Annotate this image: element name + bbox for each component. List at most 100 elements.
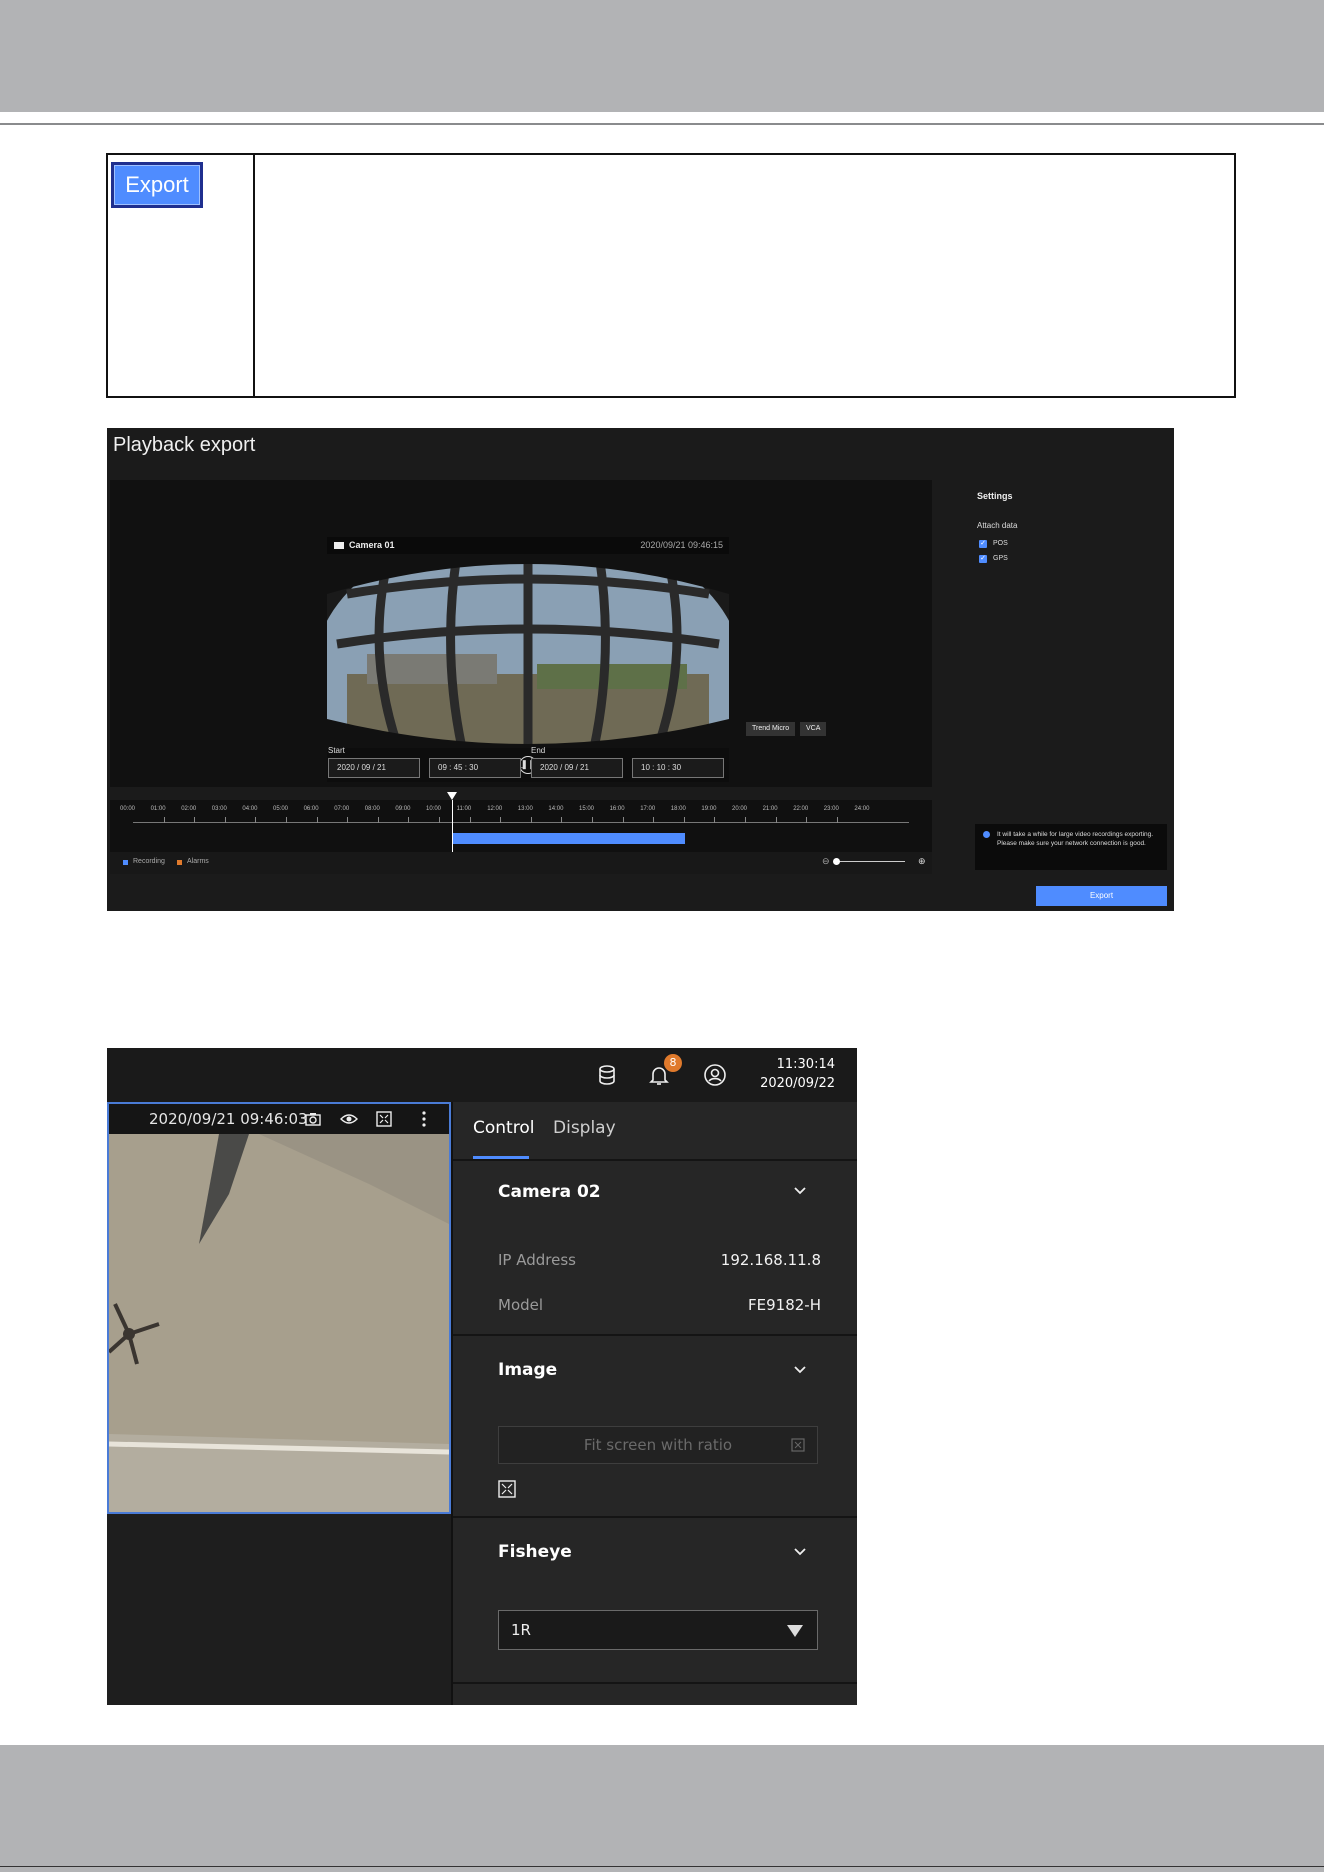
- notification-badge: 8: [664, 1054, 682, 1072]
- tab-display[interactable]: Display: [553, 1118, 616, 1138]
- section-divider: [453, 1516, 857, 1518]
- clock-date: 2020/09/22: [760, 1076, 835, 1091]
- camera-timestamp: 2020/09/21 09:46:15: [640, 540, 723, 550]
- timeline-hour-label: 16:00: [609, 806, 625, 812]
- timeline-tick: [500, 817, 502, 823]
- timeline-tick: [561, 817, 563, 823]
- dropdown-arrow-icon: [787, 1625, 803, 1637]
- timeline-hour-label: 10:00: [426, 806, 442, 812]
- export-button[interactable]: Export: [1036, 886, 1167, 906]
- start-label: Start: [328, 746, 345, 755]
- fisheye-video-image: [109, 1104, 449, 1512]
- playhead-handle[interactable]: [447, 792, 457, 800]
- timeline-hour-label: 07:00: [334, 806, 350, 812]
- camera-preview: Camera 01 2020/09/21 09:46:15 ❚❚: [327, 537, 729, 782]
- timeline-tick: [683, 817, 685, 823]
- zoom-in-icon[interactable]: ⊕: [918, 856, 926, 867]
- tab-control[interactable]: Control: [473, 1118, 534, 1138]
- notice-text: It will take a while for large video rec…: [997, 831, 1154, 847]
- timeline-hour-label: 14:00: [548, 806, 564, 812]
- timeline-axis: [133, 822, 909, 823]
- timeline-hour-label: 00:00: [120, 806, 136, 812]
- zoom-slider-track[interactable]: [835, 861, 905, 862]
- timeline-tick: [194, 817, 196, 823]
- header-band: [0, 0, 1324, 112]
- timeline-hour-label: 04:00: [242, 806, 258, 812]
- timeline[interactable]: 00:00 01:00 02:00 03:00 04:00 05:00 06:00 07:00…: [110, 792, 932, 852]
- start-time-input[interactable]: 09 : 45 : 30: [429, 758, 521, 778]
- database-icon[interactable]: [595, 1063, 619, 1087]
- info-table: Export: [106, 153, 1236, 398]
- fisheye-section-title[interactable]: Fisheye: [498, 1542, 572, 1562]
- vca-tag[interactable]: VCA: [800, 722, 827, 736]
- timeline-hour-label: 03:00: [211, 806, 227, 812]
- footer-band: [0, 1745, 1324, 1872]
- timeline-hour-label: 06:00: [303, 806, 319, 812]
- timeline-tick: [530, 817, 532, 823]
- video-timestamp: 2020/09/21 09:46:03: [149, 1110, 308, 1128]
- end-label: End: [531, 746, 546, 755]
- end-time-input[interactable]: 10 : 10 : 30: [632, 758, 724, 778]
- zoom-slider-handle[interactable]: [833, 858, 840, 865]
- user-account-icon[interactable]: [703, 1063, 727, 1087]
- window-title: Playback export: [113, 434, 256, 456]
- fisheye-mode-value: 1R: [511, 1621, 531, 1639]
- chevron-down-icon[interactable]: [793, 1363, 807, 1377]
- fit-ratio-icon: [791, 1438, 805, 1452]
- alarms-legend-swatch: [177, 860, 182, 865]
- end-date-input[interactable]: 2020 / 09 / 21: [531, 758, 623, 778]
- timeline-legend: Recording Alarms ⊖ ⊕: [110, 852, 932, 874]
- timeline-tick: [316, 817, 318, 823]
- more-options-icon[interactable]: [415, 1110, 433, 1128]
- pos-checkbox[interactable]: ✓: [979, 540, 987, 548]
- fisheye-mode-select[interactable]: 1R: [498, 1610, 818, 1650]
- chevron-down-icon[interactable]: [793, 1184, 807, 1198]
- timeline-tick: [775, 817, 777, 823]
- chevron-down-icon[interactable]: [793, 1545, 807, 1559]
- timeline-tick: [255, 817, 257, 823]
- section-divider: [453, 1159, 857, 1161]
- eye-icon[interactable]: [340, 1110, 358, 1128]
- image-section-title[interactable]: Image: [498, 1360, 557, 1380]
- pos-label: POS: [993, 540, 1008, 547]
- camera-section-title[interactable]: Camera 02: [498, 1182, 601, 1202]
- fit-screen-placeholder: Fit screen with ratio: [583, 1436, 733, 1454]
- control-panel: Control Display Camera 02 IP Address 192…: [453, 1102, 857, 1705]
- recording-range-bar[interactable]: [452, 833, 685, 844]
- timeline-tick: [714, 817, 716, 823]
- recording-legend-swatch: [123, 860, 128, 865]
- range-separator: –: [521, 763, 526, 772]
- timeline-hour-label: 05:00: [273, 806, 289, 812]
- timeline-hour-label: 22:00: [793, 806, 809, 812]
- video-pane[interactable]: 2020/09/21 09:46:03: [107, 1102, 451, 1514]
- gps-checkbox[interactable]: ✓: [979, 555, 987, 563]
- camera-control-window: 8 11:30:14 2020/09/22 2020/09/21 09:46:0…: [107, 1048, 857, 1705]
- timeline-tick: [469, 817, 471, 823]
- timeline-tick: [622, 817, 624, 823]
- snapshot-camera-icon[interactable]: [304, 1110, 322, 1128]
- timeline-hour-label: 11:00: [456, 806, 472, 812]
- start-date-input[interactable]: 2020 / 09 / 21: [328, 758, 420, 778]
- trend-micro-tag[interactable]: Trend Micro: [746, 722, 796, 736]
- timeline-tick: [224, 817, 226, 823]
- fullscreen-icon[interactable]: [498, 1480, 516, 1498]
- fisheye-video-frame: [327, 554, 729, 748]
- fit-screen-input[interactable]: Fit screen with ratio: [498, 1426, 818, 1464]
- timeline-hour-label: 21:00: [762, 806, 778, 812]
- header-rule: [0, 123, 1324, 125]
- timeline-tick: [745, 817, 746, 823]
- camera-icon: [334, 542, 344, 549]
- timeline-tick: [377, 817, 379, 823]
- timeline-tick: [653, 817, 655, 823]
- timeline-hour-label: 01:00: [150, 806, 166, 812]
- timeline-hour-label: 13:00: [517, 806, 533, 812]
- timeline-hour-label: 15:00: [579, 806, 595, 812]
- timeline-tick: [163, 817, 165, 823]
- recording-legend-label: Recording: [133, 858, 165, 865]
- zoom-out-icon[interactable]: ⊖: [822, 856, 830, 867]
- fullscreen-icon[interactable]: [375, 1110, 393, 1128]
- playhead-line[interactable]: [452, 800, 453, 852]
- alarms-legend-label: Alarms: [187, 858, 209, 865]
- info-icon: [983, 831, 990, 838]
- timeline-hour-label: 12:00: [487, 806, 503, 812]
